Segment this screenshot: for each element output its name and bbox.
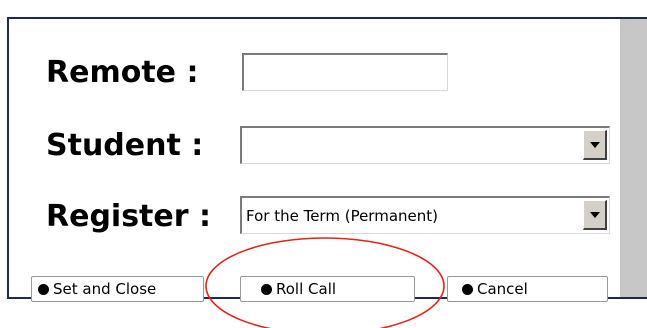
student-label: Student : xyxy=(46,128,204,163)
roll-call-label: Roll Call xyxy=(276,280,337,298)
cancel-label: Cancel xyxy=(477,280,528,298)
register-select[interactable]: For the Term (Permanent) xyxy=(240,196,610,234)
roll-call-button[interactable]: Roll Call xyxy=(240,276,415,302)
bullet-icon xyxy=(261,283,272,295)
remote-label: Remote : xyxy=(46,55,199,90)
scrollbar[interactable] xyxy=(620,17,647,299)
register-dropdown-button[interactable] xyxy=(583,200,607,230)
bullet-icon xyxy=(462,283,473,295)
student-dropdown-button[interactable] xyxy=(583,130,607,160)
bullet-icon xyxy=(38,283,49,295)
register-label: Register : xyxy=(46,199,211,234)
remote-input[interactable] xyxy=(242,53,448,91)
cancel-button[interactable]: Cancel xyxy=(447,276,608,302)
set-and-close-label: Set and Close xyxy=(53,280,157,298)
triangle-down-icon xyxy=(589,141,600,148)
triangle-down-icon xyxy=(589,211,600,218)
set-and-close-button[interactable]: Set and Close xyxy=(31,276,204,302)
register-select-value: For the Term (Permanent) xyxy=(246,206,438,225)
student-select[interactable] xyxy=(240,126,610,164)
